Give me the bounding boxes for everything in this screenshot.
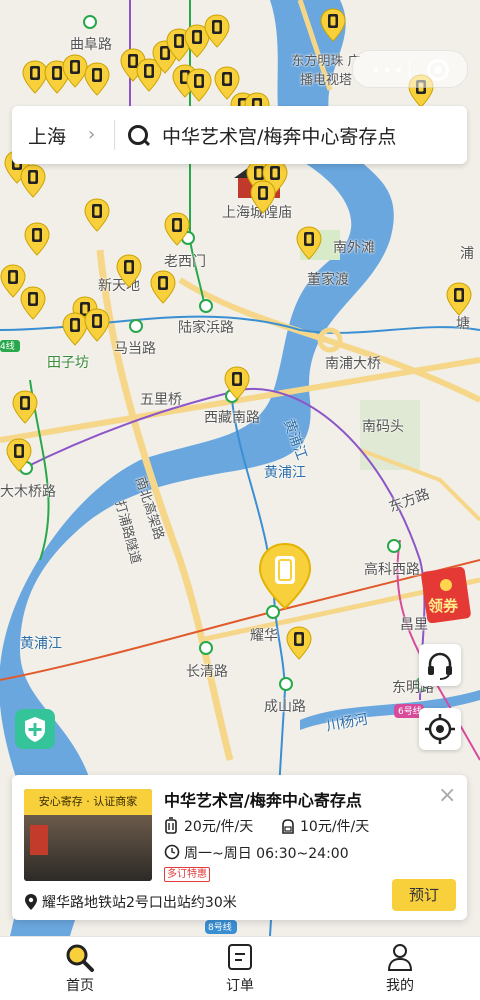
locker-address: 耀华路地铁站2号口出站约30米: [42, 895, 237, 911]
city-selector[interactable]: 上海: [28, 122, 66, 149]
locker-pin[interactable]: [224, 366, 250, 400]
large-luggage-icon: [165, 817, 177, 834]
locker-title: 中华艺术宫/梅奔中心寄存点: [164, 791, 362, 810]
profile-icon: [387, 944, 413, 971]
locker-pin[interactable]: [446, 282, 472, 316]
search-bar[interactable]: 上海 › 中华艺术宫/梅奔中心寄存点: [12, 106, 467, 164]
label-qufu-road: 曲阜路: [70, 37, 112, 53]
tab-orders-label: 订单: [226, 978, 254, 994]
locker-pin[interactable]: [186, 68, 212, 102]
label-dashuqiao: 大木桥路: [0, 484, 56, 500]
locker-pin[interactable]: [84, 198, 110, 232]
promo-tag: 多订特惠: [164, 867, 210, 882]
label-nanwaitan: 南外滩: [333, 240, 375, 256]
label-chengshan: 成山路: [264, 699, 306, 715]
coupon-label: 领券: [428, 597, 459, 615]
locker-pin[interactable]: [250, 180, 276, 214]
locker-pin[interactable]: [320, 8, 346, 42]
label-laoximen: 老西门: [164, 254, 206, 270]
small-item-price: 10元/件/天: [300, 819, 370, 835]
tab-orders[interactable]: 订单: [190, 937, 290, 1000]
location-pin-icon: [25, 894, 37, 910]
locker-pin[interactable]: [24, 222, 50, 256]
certified-badge: 安心寄存 · 认证商家: [24, 789, 152, 815]
backpack-icon: [282, 819, 294, 834]
label-yaohua: 耀华: [250, 628, 278, 644]
tab-home-label: 首页: [66, 978, 94, 994]
label-huangpu-river-3: 黄浦江: [20, 636, 62, 652]
tab-profile[interactable]: 我的: [350, 937, 450, 1000]
metro-line-badge-8: 8号线: [208, 923, 232, 933]
locker-pin[interactable]: [84, 308, 110, 342]
selected-locker-pin[interactable]: [258, 542, 312, 612]
locker-pin[interactable]: [12, 390, 38, 424]
large-item-price: 20元/件/天: [184, 819, 254, 835]
capsule-divider: [409, 60, 410, 78]
label-tianzifang: 田子坊: [47, 355, 89, 371]
locker-pin[interactable]: [6, 438, 32, 472]
label-wulixiao: 五里桥: [140, 392, 182, 408]
locker-pin[interactable]: [20, 286, 46, 320]
search-query[interactable]: 中华艺术宫/梅奔中心寄存点: [162, 122, 396, 149]
more-icon[interactable]: •••: [371, 61, 405, 80]
label-huangpu-river-2: 黄浦江: [264, 465, 306, 481]
label-madang: 马当路: [114, 341, 156, 357]
label-lujiabang: 陆家浜路: [178, 320, 234, 336]
tab-home[interactable]: 首页: [30, 937, 130, 1000]
shield-icon: [25, 717, 45, 742]
crosshair-icon: [425, 714, 455, 744]
locker-pin[interactable]: [84, 62, 110, 96]
clock-icon: [164, 844, 180, 860]
opening-hours: 周一~周日 06:30~24:00: [184, 846, 349, 862]
locker-pin[interactable]: [20, 164, 46, 198]
close-icon[interactable]: ×: [438, 783, 456, 808]
storefront-sign: [30, 825, 48, 855]
search-divider: [114, 120, 115, 150]
order-icon: [228, 944, 252, 970]
locker-pin[interactable]: [116, 254, 142, 288]
label-pu: 浦: [460, 246, 474, 262]
mini-program-capsule[interactable]: •••: [352, 50, 468, 88]
label-changqing: 长清路: [186, 664, 228, 680]
bottom-tab-bar: 首页 订单 我的: [0, 936, 480, 1000]
locate-me-button[interactable]: [419, 708, 461, 750]
label-nanmatou: 南码头: [362, 419, 404, 435]
tab-profile-label: 我的: [386, 978, 414, 994]
locker-pin[interactable]: [286, 626, 312, 660]
close-program-icon[interactable]: [427, 59, 449, 81]
label-gaoke-west: 高科西路: [364, 562, 420, 578]
label-xizang-south: 西藏南路: [204, 410, 260, 426]
headset-icon: [428, 652, 452, 680]
locker-pin[interactable]: [150, 270, 176, 304]
safety-shield-button[interactable]: [15, 709, 55, 749]
book-button[interactable]: 预订: [392, 879, 456, 911]
customer-service-button[interactable]: [419, 644, 461, 686]
label-tang: 塘: [456, 316, 470, 332]
label-nanpu-bridge: 南浦大桥: [325, 356, 381, 372]
chevron-right-icon[interactable]: ›: [88, 124, 95, 145]
label-dongjiadu: 董家渡: [307, 272, 349, 288]
locker-pin[interactable]: [296, 226, 322, 260]
search-icon: [128, 125, 148, 145]
locker-pin[interactable]: [204, 14, 230, 48]
store-photo: 安心寄存 · 认证商家: [24, 789, 152, 881]
metro-line-badge-4: 4线: [0, 342, 15, 352]
locker-info-card[interactable]: 安心寄存 · 认证商家 中华艺术宫/梅奔中心寄存点 × 20元/件/天 10元/…: [12, 775, 467, 920]
search-icon: [66, 944, 94, 972]
locker-pin[interactable]: [164, 212, 190, 246]
coupon-button[interactable]: 领券: [420, 565, 476, 624]
